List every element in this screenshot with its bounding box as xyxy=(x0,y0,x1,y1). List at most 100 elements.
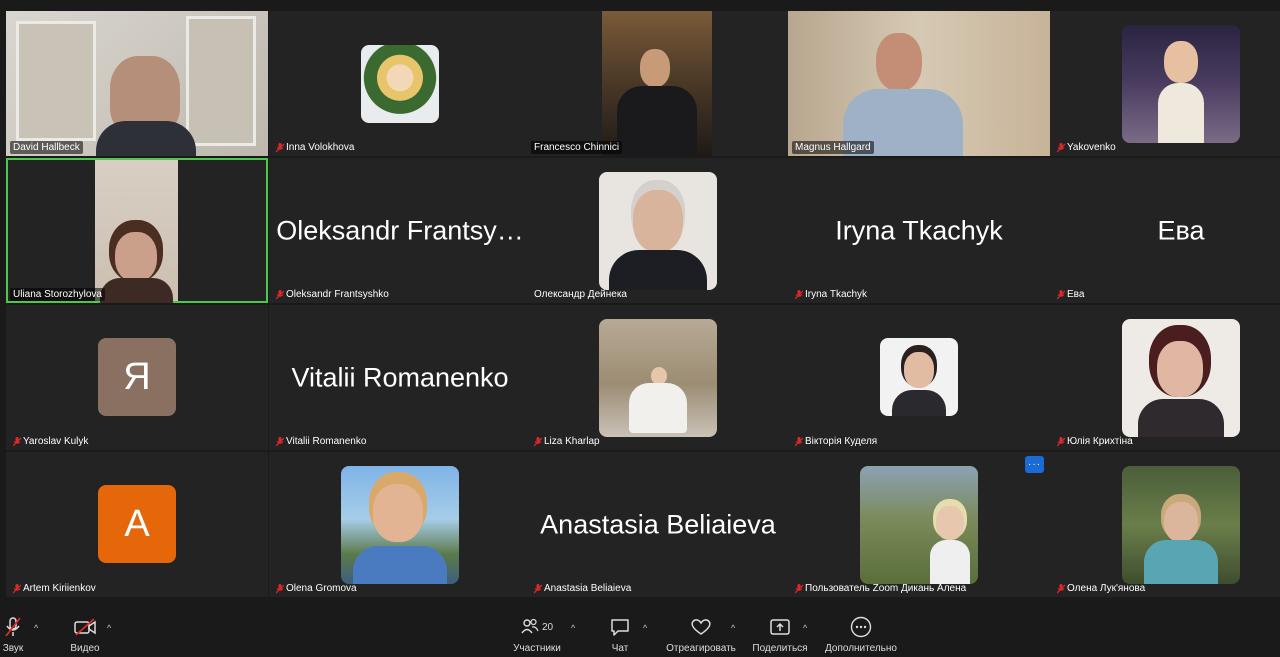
participant-name: Inna Volokhova xyxy=(286,142,355,153)
share-button[interactable]: Поделиться xyxy=(750,615,810,654)
participant-name: Vitalii Romanenko xyxy=(286,436,367,447)
participant-name-tag: Юлія Крихтіна xyxy=(1054,435,1136,448)
participant-name-tag: Magnus Hallgard xyxy=(792,141,874,154)
participant-tile[interactable]: Олена Лук'янова xyxy=(1050,452,1280,597)
audio-label: Звук xyxy=(2,643,24,654)
participant-display-name: Vitalii Romanenko xyxy=(291,362,509,392)
participant-name-tag: Ева xyxy=(1054,288,1087,301)
participant-name: Olena Gromova xyxy=(286,583,357,594)
muted-mic-icon xyxy=(276,436,284,447)
participant-name-tag: Олександр Дейнека xyxy=(531,288,630,301)
muted-mic-icon xyxy=(3,615,23,639)
muted-mic-icon xyxy=(795,289,803,300)
participant-tile[interactable]: Liza Kharlap xyxy=(527,305,789,450)
participants-button[interactable]: 20 Участники xyxy=(510,615,564,654)
muted-mic-icon xyxy=(1057,583,1065,594)
participants-options-caret[interactable]: ^ xyxy=(571,623,575,633)
muted-mic-icon xyxy=(795,583,803,594)
participant-name-tag: David Hallbeck xyxy=(10,141,83,154)
participant-avatar xyxy=(1122,319,1240,437)
participant-name: Вікторія Куделя xyxy=(805,436,878,447)
participant-name-tag: Inna Volokhova xyxy=(273,141,357,154)
participant-tile[interactable]: Magnus Hallgard xyxy=(788,11,1050,156)
muted-mic-icon xyxy=(1057,142,1065,153)
participant-tile[interactable]: Я Yaroslav Kulyk xyxy=(6,305,268,450)
participant-avatar xyxy=(860,466,978,584)
participants-label: Участники xyxy=(513,643,561,654)
participant-name: Олександр Дейнека xyxy=(534,289,627,300)
participant-name-tag: Oleksandr Frantsyshko xyxy=(273,288,392,301)
participant-name: Magnus Hallgard xyxy=(795,142,871,153)
participant-tile[interactable]: Inna Volokhova xyxy=(269,11,531,156)
react-button[interactable]: Отреагировать xyxy=(663,615,739,654)
participant-display-name: Anastasia Beliaieva xyxy=(540,509,776,539)
participant-name: Francesco Chinnici xyxy=(534,142,620,153)
participant-name: Oleksandr Frantsyshko xyxy=(286,289,389,300)
participant-name-tag: Yakovenko xyxy=(1054,141,1119,154)
participant-tile[interactable]: Oleksandr Frantsy… Oleksandr Frantsyshko xyxy=(269,158,531,303)
participant-name-tag: Вікторія Куделя xyxy=(792,435,880,448)
participant-name: Uliana Storozhylova xyxy=(13,289,102,300)
participant-avatar xyxy=(1122,25,1240,143)
video-button[interactable]: Видео xyxy=(68,615,102,654)
participant-name: Liza Kharlap xyxy=(544,436,600,447)
participant-tile[interactable]: Vitalii Romanenko Vitalii Romanenko xyxy=(269,305,531,450)
share-screen-icon xyxy=(769,615,791,639)
participant-tile[interactable]: A Artem Kiriienkov xyxy=(6,452,268,597)
more-button[interactable]: Дополнительно xyxy=(822,615,900,654)
muted-mic-icon xyxy=(534,436,542,447)
participant-tile[interactable]: Вікторія Куделя xyxy=(788,305,1050,450)
participant-name: Artem Kiriienkov xyxy=(23,583,96,594)
participant-name: Пользователь Zoom Дикань Алена xyxy=(805,583,967,594)
participant-tile[interactable]: David Hallbeck xyxy=(6,11,268,156)
participant-name: David Hallbeck xyxy=(13,142,80,153)
participant-name: Yaroslav Kulyk xyxy=(23,436,89,447)
participant-tile[interactable]: Anastasia Beliaieva Anastasia Beliaieva xyxy=(527,452,789,597)
participant-name-tag: Artem Kiriienkov xyxy=(10,582,99,595)
participant-tile[interactable]: Олександр Дейнека xyxy=(527,158,789,303)
participant-name: Олена Лук'янова xyxy=(1067,583,1146,594)
muted-mic-icon xyxy=(534,583,542,594)
participant-name: Ева xyxy=(1067,289,1085,300)
participants-icon-group: 20 xyxy=(521,615,553,639)
muted-mic-icon xyxy=(1057,436,1065,447)
participant-name-tag: Liza Kharlap xyxy=(531,435,603,448)
react-label: Отреагировать xyxy=(666,643,736,654)
chat-button[interactable]: Чат xyxy=(608,615,632,654)
participant-name-tag: Пользователь Zoom Дикань Алена xyxy=(792,582,969,595)
react-options-caret[interactable]: ^ xyxy=(731,623,735,633)
meeting-toolbar: Звук ^ Видео ^ 20 Участники ^ Чат ^ Отре… xyxy=(0,603,1280,657)
participant-name-tag: Yaroslav Kulyk xyxy=(10,435,91,448)
share-options-caret[interactable]: ^ xyxy=(803,623,807,633)
participant-name: Anastasia Beliaieva xyxy=(544,583,632,594)
participant-tile[interactable]: Yakovenko xyxy=(1050,11,1280,156)
muted-mic-icon xyxy=(276,583,284,594)
participant-avatar xyxy=(341,466,459,584)
video-options-caret[interactable]: ^ xyxy=(107,623,111,633)
chat-options-caret[interactable]: ^ xyxy=(643,623,647,633)
participant-video xyxy=(95,160,178,303)
heart-icon xyxy=(690,615,712,639)
participant-display-name: Iryna Tkachyk xyxy=(835,215,1003,245)
more-options-button[interactable]: ··· xyxy=(1025,456,1044,473)
participant-tile[interactable]: Iryna Tkachyk Iryna Tkachyk xyxy=(788,158,1050,303)
more-icon xyxy=(850,615,872,639)
participant-display-name: Oleksandr Frantsy… xyxy=(276,215,524,245)
participant-tile[interactable]: Юлія Крихтіна xyxy=(1050,305,1280,450)
participant-tile[interactable]: Olena Gromova xyxy=(269,452,531,597)
participant-tile[interactable]: Uliana Storozhylova xyxy=(6,158,268,303)
participant-tile[interactable]: Francesco Chinnici xyxy=(527,11,789,156)
participant-tile[interactable]: Ева Ева xyxy=(1050,158,1280,303)
participant-tile[interactable]: Пользователь Zoom Дикань Алена xyxy=(788,452,1050,597)
share-label: Поделиться xyxy=(752,643,808,654)
participant-avatar xyxy=(1122,466,1240,584)
participant-name-tag: Francesco Chinnici xyxy=(531,141,623,154)
participant-name-tag: Olena Gromova xyxy=(273,582,360,595)
muted-mic-icon xyxy=(13,583,21,594)
muted-mic-icon xyxy=(795,436,803,447)
participant-name: Yakovenko xyxy=(1067,142,1116,153)
participants-icon xyxy=(521,618,539,637)
participant-name-tag: Олена Лук'янова xyxy=(1054,582,1148,595)
audio-button[interactable]: Звук xyxy=(0,615,26,654)
audio-options-caret[interactable]: ^ xyxy=(34,623,38,633)
